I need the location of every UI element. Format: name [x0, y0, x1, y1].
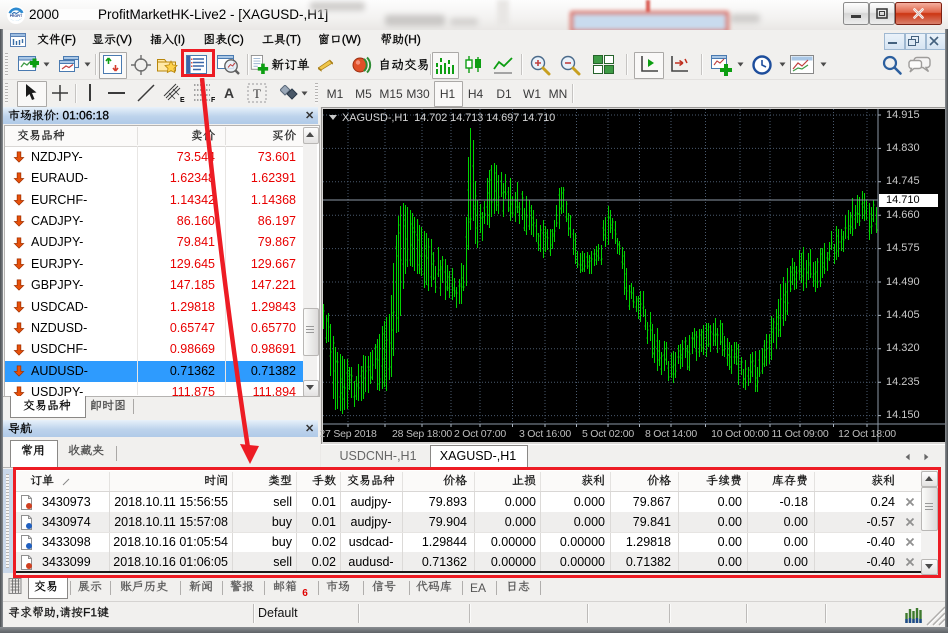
svg-text:E: E [180, 97, 185, 103]
svg-text:PROFIT: PROFIT [10, 14, 23, 18]
